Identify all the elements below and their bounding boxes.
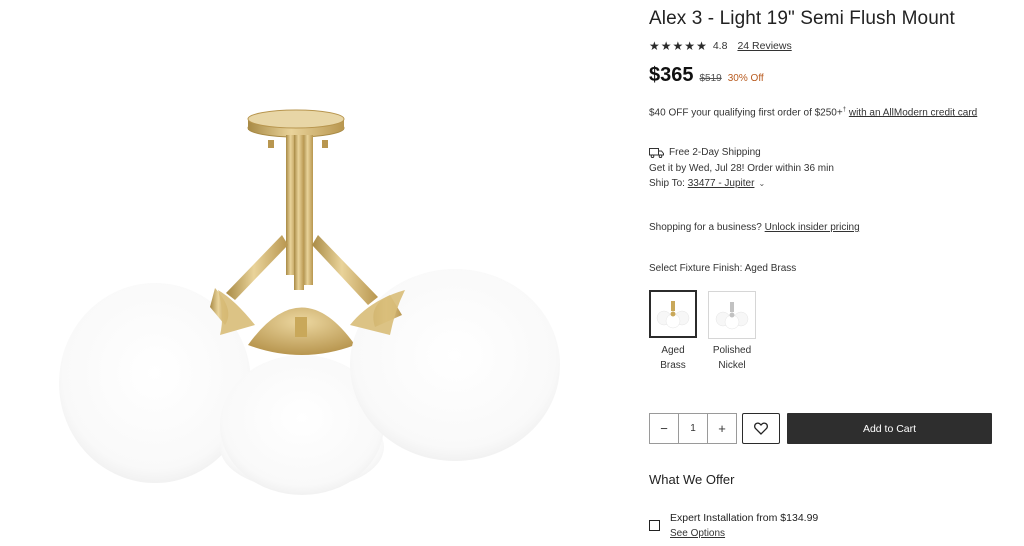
finish-selected-value: : Aged Brass [739,263,797,274]
truck-icon [649,147,664,158]
business-text: Shopping for a business? [649,222,762,233]
offer-footnote-mark: † [842,107,847,113]
swatch-aged-brass[interactable] [649,290,697,338]
star-rating: ★ ★ ★ ★ ★ [649,40,707,52]
ship-to-line: Ship To: 33477 - Jupiter ⌄ [649,176,834,192]
expert-installation-checkbox[interactable] [649,520,660,531]
product-image [59,109,560,495]
price-row: $365 $519 30% Off [649,64,764,87]
what-we-offer-heading: What We Offer [649,472,735,487]
shipping-title: Free 2-Day Shipping [669,147,761,158]
current-price: $365 [649,64,694,86]
increase-quantity-button[interactable]: + [708,414,736,443]
shipping-info: Free 2-Day Shipping Get it by Wed, Jul 2… [649,145,834,192]
see-options-link[interactable]: See Options [670,528,725,539]
discount-badge: 30% Off [727,73,764,84]
zip-code-link[interactable]: 33477 - Jupiter [688,176,755,192]
insider-pricing-link[interactable]: Unlock insider pricing [765,222,860,233]
quantity-stepper: − 1 + [649,413,737,444]
swatch-aged-brass-label: Aged Brass [660,345,686,371]
add-to-cart-button[interactable]: Add to Cart [787,413,992,444]
rating-row: ★ ★ ★ ★ ★ 4.8 24 Reviews [649,40,792,52]
polished-nickel-thumbnail [715,302,749,330]
aged-brass-thumbnail [656,301,690,329]
expert-installation-label: Expert Installation from $134.99 [670,512,819,524]
swatch-polished-nickel[interactable] [708,291,756,339]
product-title: Alex 3 - Light 19" Semi Flush Mount [649,8,955,29]
rating-value: 4.8 [712,40,728,52]
quantity-input[interactable]: 1 [678,414,708,443]
star-icon: ★ [684,39,696,53]
decrease-quantity-button[interactable]: − [650,414,678,443]
chevron-down-icon[interactable]: ⌄ [758,176,765,192]
swatch-polished-nickel-label: Polished Nickel [712,345,752,371]
finish-label: Select Fixture Finish [649,263,740,274]
offer-text: $40 OFF your qualifying first order of $… [649,107,843,119]
star-icon: ★ [696,39,707,53]
original-price: $519 [699,73,722,84]
free-shipping-line: Free 2-Day Shipping [649,145,834,161]
star-icon: ★ [649,39,660,53]
credit-card-offer: $40 OFF your qualifying first order of $… [649,103,989,120]
credit-card-link[interactable]: with an AllModern credit card [849,107,977,118]
business-pricing: Shopping for a business? Unlock insider … [649,222,860,233]
star-icon: ★ [660,39,672,53]
ship-to-label: Ship To: [649,178,685,189]
star-icon: ★ [672,39,684,53]
reviews-link[interactable]: 24 Reviews [737,40,791,52]
delivery-eta: Get it by Wed, Jul 28! Order within 36 m… [649,162,834,174]
finish-selector-label: Select Fixture Finish: Aged Brass [649,263,796,274]
heart-icon [754,422,768,435]
favorite-button[interactable] [742,413,780,444]
